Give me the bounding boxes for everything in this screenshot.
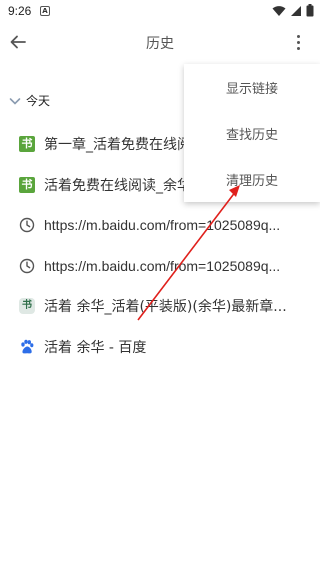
history-item[interactable]: https://m.baidu.com/from=1025089q... bbox=[0, 246, 320, 287]
clock-icon bbox=[19, 218, 35, 233]
history-item-title: 第一章_活着免费在线阅读 bbox=[44, 137, 205, 154]
history-item[interactable]: 活着 余华 - 百度 bbox=[0, 327, 320, 368]
history-item-title: 活着 余华_活着(平装版)(余华)最新章... bbox=[44, 299, 287, 316]
more-vert-icon bbox=[296, 34, 300, 38]
chevron-down-icon bbox=[9, 97, 21, 105]
notification-icon: A bbox=[40, 6, 50, 16]
section-header-today[interactable]: 今天 bbox=[8, 92, 50, 109]
status-icons bbox=[272, 4, 314, 17]
history-item-title: https://m.baidu.com/from=1025089q... bbox=[44, 257, 281, 274]
history-item[interactable]: https://m.baidu.com/from=1025089q... bbox=[0, 205, 320, 246]
clock-icon bbox=[19, 258, 35, 273]
history-item-title: https://m.baidu.com/from=1025089q... bbox=[44, 217, 281, 234]
app-bar: 历史 bbox=[0, 24, 320, 60]
wifi-icon bbox=[272, 5, 286, 16]
more-options-button[interactable] bbox=[290, 30, 306, 54]
menu-item-clear-history[interactable]: 清理历史 bbox=[184, 156, 320, 202]
book-site-icon: 书 bbox=[19, 176, 35, 193]
book-site-icon: 书 bbox=[19, 136, 35, 153]
status-bar: 9:26 A bbox=[0, 0, 320, 24]
history-item-title: 活着免费在线阅读_余华 bbox=[44, 177, 191, 194]
baidu-paw-icon bbox=[21, 339, 34, 354]
history-item-title: 活着 余华 - 百度 bbox=[44, 339, 147, 356]
overflow-menu: 显示链接 查找历史 清理历史 bbox=[184, 64, 320, 202]
menu-item-show-links[interactable]: 显示链接 bbox=[184, 64, 320, 110]
battery-icon bbox=[306, 4, 314, 17]
status-time: 9:26 bbox=[8, 4, 32, 18]
signal-icon bbox=[291, 5, 301, 16]
menu-item-search-history[interactable]: 查找历史 bbox=[184, 110, 320, 156]
history-item[interactable]: 书 活着 余华_活着(平装版)(余华)最新章... bbox=[0, 286, 320, 327]
page-title: 历史 bbox=[146, 36, 174, 52]
section-label: 今天 bbox=[26, 94, 51, 108]
book-app-icon: 书 bbox=[19, 298, 35, 315]
